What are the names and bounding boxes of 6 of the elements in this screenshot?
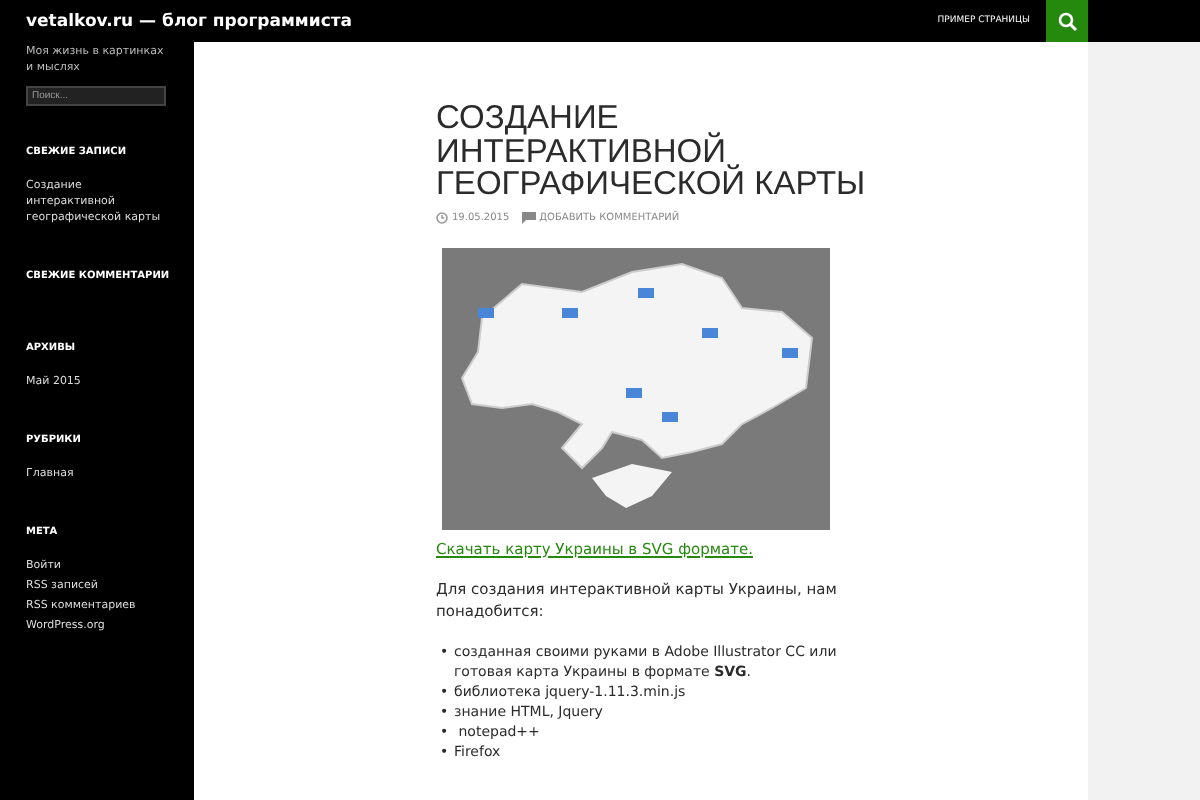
search-button[interactable] — [1046, 0, 1088, 42]
comment-icon — [521, 211, 536, 223]
clock-icon — [436, 211, 448, 223]
search-icon — [1057, 11, 1077, 31]
site-title[interactable]: vetalkov.ru — блог программиста — [26, 11, 353, 31]
post-title: СОЗДАНИЕ ИНТЕРАКТИВНОЙ ГЕОГРАФИЧЕСКОЙ КАРТЫ — [436, 102, 868, 201]
